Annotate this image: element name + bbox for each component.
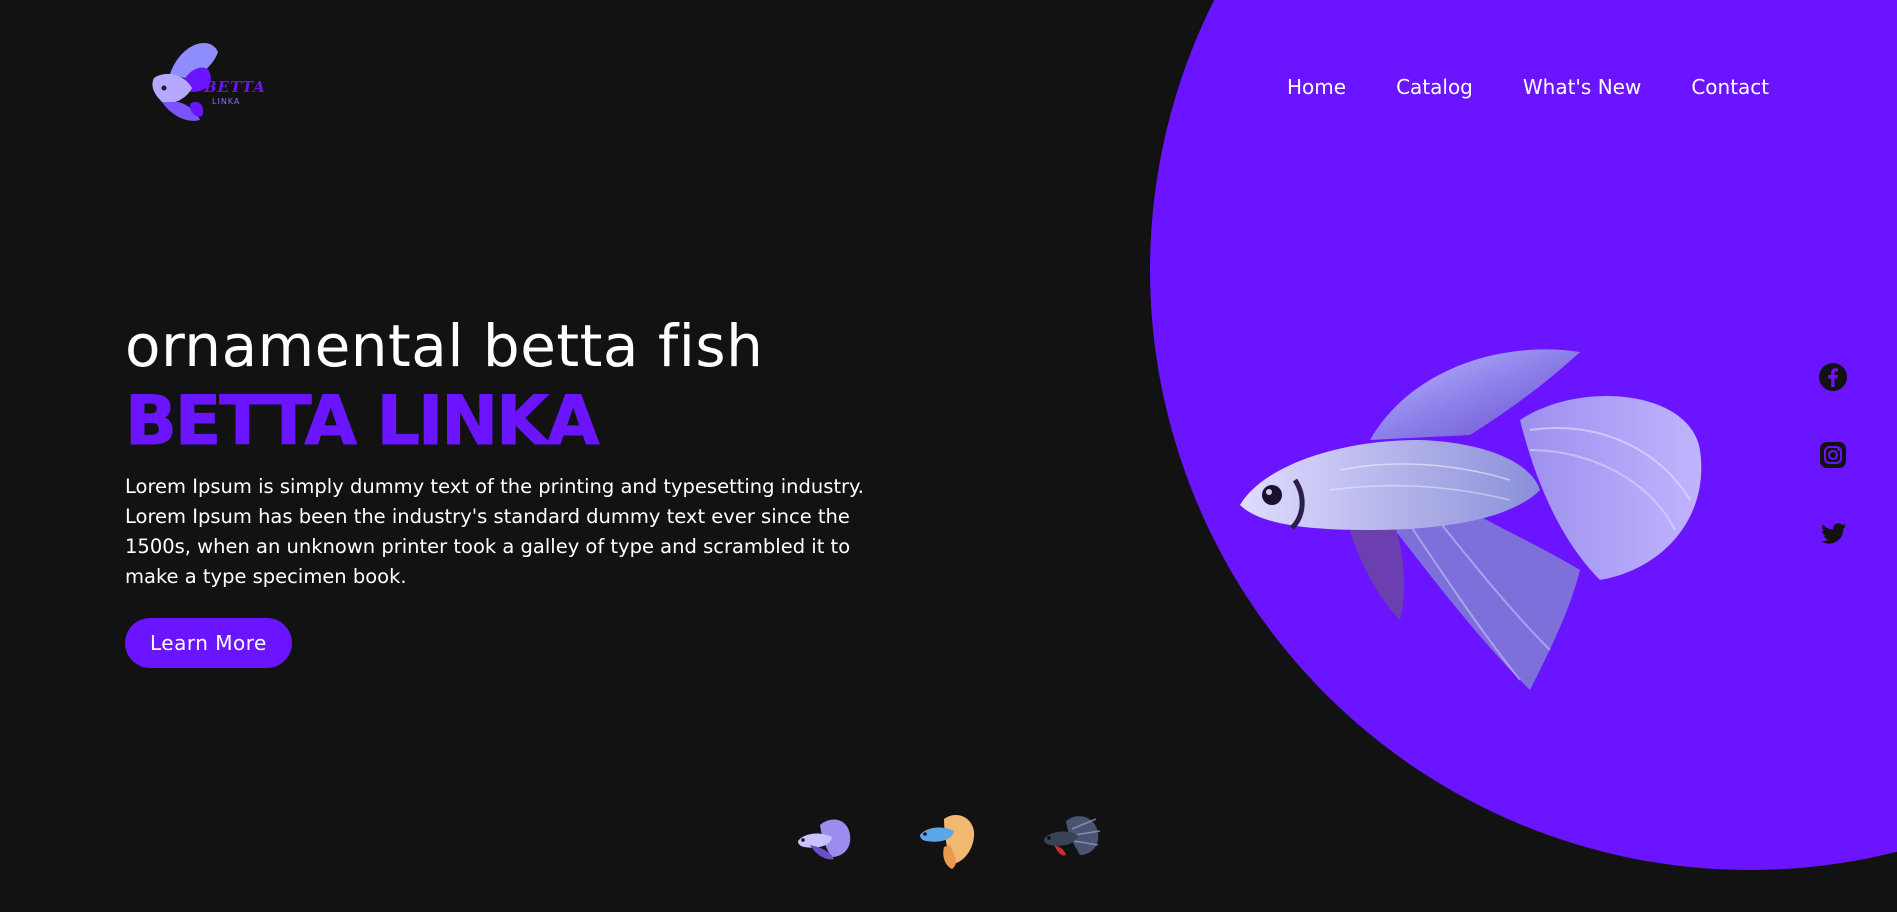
instagram-icon[interactable] (1818, 440, 1848, 470)
learn-more-button[interactable]: Learn More (125, 618, 292, 668)
nav-home[interactable]: Home (1287, 75, 1346, 99)
fish-thumbnails (790, 805, 1104, 871)
twitter-icon[interactable] (1818, 518, 1848, 548)
nav-catalog[interactable]: Catalog (1396, 75, 1473, 99)
blue-betta-thumbnail[interactable] (790, 805, 856, 871)
betta-fish-image (1240, 349, 1702, 690)
hero-subtitle: ornamental betta fish (125, 312, 764, 380)
dark-betta-thumbnail[interactable] (1038, 805, 1104, 871)
hero-description: Lorem Ipsum is simply dummy text of the … (125, 475, 865, 588)
orange-betta-thumbnail[interactable] (914, 805, 980, 871)
hero-section: ornamental betta fish BETTA LINKA Lorem … (125, 312, 905, 668)
brand-logo[interactable]: BETTA LINKA (140, 34, 265, 134)
logo-text: BETTA (204, 78, 266, 96)
social-links (1818, 362, 1848, 548)
main-nav: Home Catalog What's New Contact (1287, 75, 1769, 99)
nav-whats-new[interactable]: What's New (1523, 75, 1641, 99)
logo-subtext: LINKA (212, 97, 241, 106)
nav-contact[interactable]: Contact (1691, 75, 1769, 99)
hero-title: BETTA LINKA (125, 382, 601, 462)
landing-page: BETTA LINKA Home Catalog What's New Cont… (0, 0, 1897, 912)
facebook-icon[interactable] (1818, 362, 1848, 392)
